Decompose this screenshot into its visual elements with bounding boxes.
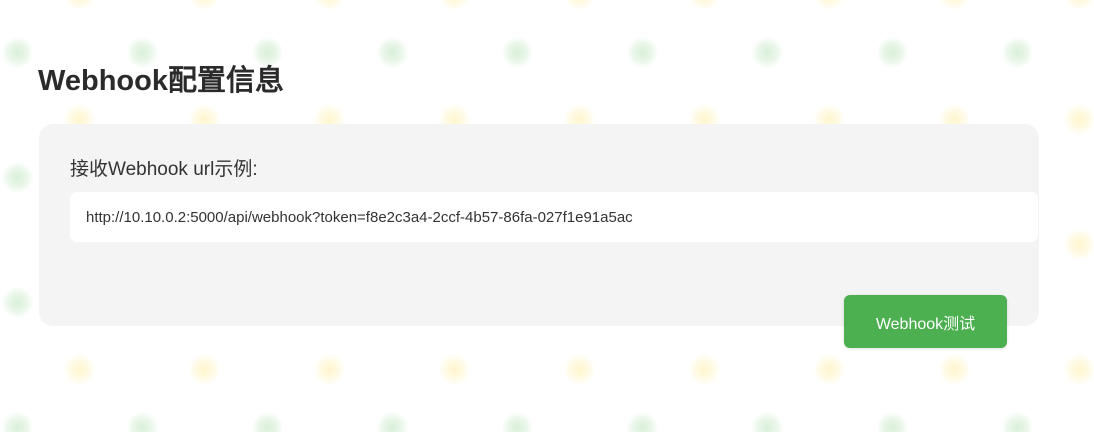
webhook-url-label: 接收Webhook url示例: (70, 159, 258, 180)
webhook-url-field[interactable] (70, 192, 1038, 242)
page-title: Webhook配置信息 (38, 65, 284, 97)
webhook-test-button[interactable]: Webhook测试 (844, 295, 1007, 348)
